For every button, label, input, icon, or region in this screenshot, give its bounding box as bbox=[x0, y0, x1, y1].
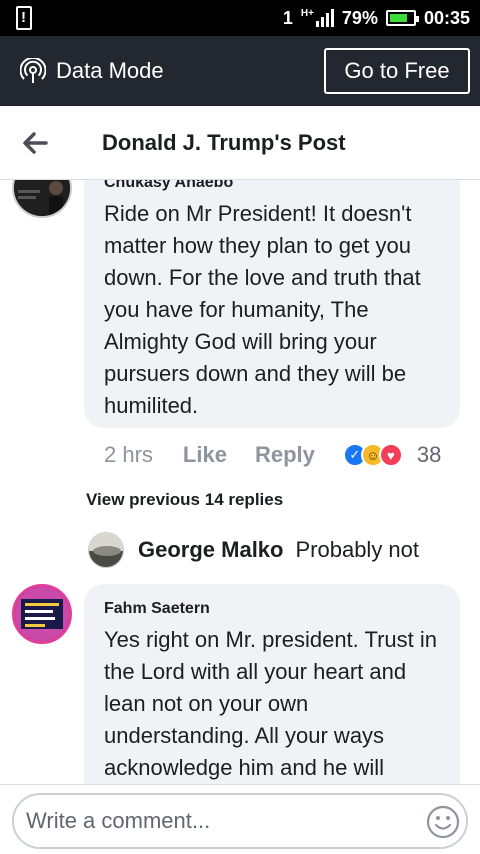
reply-text: Probably not bbox=[295, 537, 420, 562]
data-mode-label: Data Mode bbox=[56, 58, 164, 83]
love-reaction-icon: ♥ bbox=[378, 443, 403, 467]
comment-bubble[interactable]: Fahm Saetern Yes right on Mr. president.… bbox=[84, 584, 460, 784]
avatar[interactable] bbox=[12, 180, 72, 218]
reply-author[interactable]: George Malko bbox=[138, 537, 283, 563]
battery-percent: 79% bbox=[341, 7, 378, 28]
comment-input[interactable]: Write a comment... bbox=[12, 793, 468, 849]
reply-preview[interactable]: George Malko Probably not bbox=[88, 530, 460, 570]
battery-icon bbox=[385, 10, 419, 26]
comment-text: Ride on Mr President! It doesn't matter … bbox=[104, 201, 421, 418]
broadcast-icon bbox=[20, 58, 46, 83]
clock: 00:35 bbox=[423, 7, 470, 28]
back-arrow-icon[interactable] bbox=[20, 128, 50, 158]
comment-composer: Write a comment... bbox=[0, 784, 480, 854]
avatar-image bbox=[14, 180, 70, 216]
comment-author[interactable]: Chukasy Anaebo bbox=[104, 180, 233, 192]
comment-text: Yes right on Mr. president. Trust in the… bbox=[104, 627, 438, 780]
avatar[interactable] bbox=[12, 584, 72, 644]
reaction-count: 38 bbox=[416, 442, 442, 467]
like-button[interactable]: Like bbox=[183, 442, 227, 468]
signal-bars-icon bbox=[315, 9, 334, 27]
signal-type: H+ bbox=[300, 8, 314, 19]
avatar[interactable] bbox=[88, 532, 124, 568]
comments-feed[interactable]: Chukasy Anaebo Ride on Mr President! It … bbox=[0, 180, 480, 784]
signal-icon: H+ bbox=[301, 9, 334, 27]
sim-alert-icon bbox=[16, 6, 32, 30]
avatar-image bbox=[15, 587, 69, 641]
comment-author[interactable]: Fahm Saetern bbox=[104, 600, 210, 618]
post-header: Donald J. Trump's Post bbox=[0, 106, 480, 180]
data-mode-toggle[interactable]: Data Mode bbox=[20, 58, 164, 84]
emoji-icon[interactable] bbox=[426, 805, 460, 839]
page-title: Donald J. Trump's Post bbox=[102, 130, 346, 155]
comment-bubble[interactable]: Chukasy Anaebo Ride on Mr President! It … bbox=[84, 180, 460, 428]
reactions[interactable]: ✓ ☺ ♥ bbox=[342, 443, 403, 467]
go-to-free-button[interactable]: Go to Free bbox=[324, 48, 470, 94]
avatar-image bbox=[89, 533, 123, 567]
data-mode-bar: Data Mode Go to Free bbox=[0, 36, 480, 106]
battery-fill bbox=[389, 14, 408, 22]
reply-button[interactable]: Reply bbox=[255, 442, 315, 468]
network-indicator: 1 bbox=[282, 7, 293, 28]
comment-time: 2 hrs bbox=[104, 442, 153, 467]
view-previous-replies[interactable]: View previous 14 replies bbox=[86, 490, 283, 510]
comment-meta: 2 hrs Like Reply ✓ ☺ ♥ 38 bbox=[104, 442, 441, 468]
status-bar: 1 H+ 79% 00:35 bbox=[0, 0, 480, 36]
status-right: 1 H+ 79% 00:35 bbox=[283, 0, 470, 36]
